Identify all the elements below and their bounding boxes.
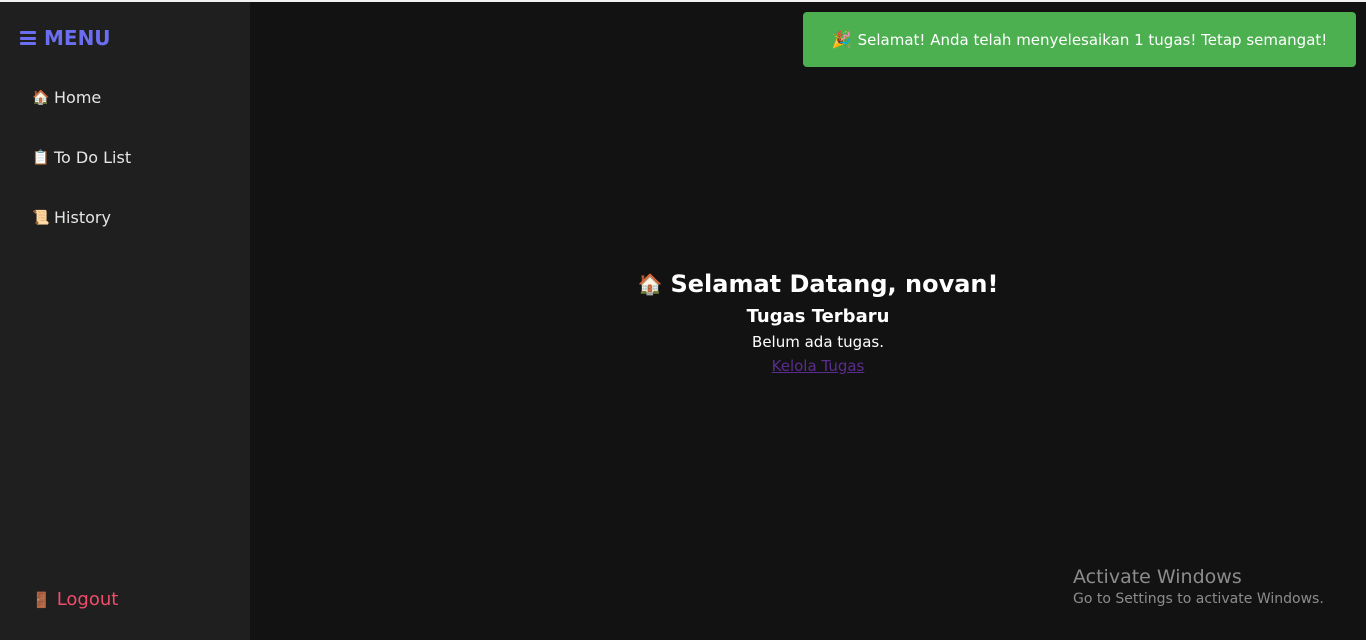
sidebar-item-label: Home xyxy=(54,88,102,107)
sidebar-item-label: To Do List xyxy=(54,148,132,167)
watermark-title: Activate Windows xyxy=(1073,566,1242,588)
activate-windows-watermark: Activate Windows Go to Settings to activ… xyxy=(1073,566,1324,609)
scroll-icon: 📜 xyxy=(32,209,50,226)
logout-label: Logout xyxy=(56,589,119,610)
house-icon: 🏠 xyxy=(637,272,663,296)
clipboard-icon: 📋 xyxy=(32,149,50,166)
watermark-subtitle: Go to Settings to activate Windows. xyxy=(1073,591,1324,607)
logout-button[interactable]: 🚪 Logout xyxy=(32,589,118,610)
hamburger-menu-icon[interactable] xyxy=(20,31,36,45)
sidebar-item-todo-list[interactable]: 📋 To Do List xyxy=(32,148,131,167)
empty-state-text: Belum ada tugas. xyxy=(752,333,884,351)
sidebar-item-home[interactable]: 🏠 Home xyxy=(32,88,101,107)
door-icon: 🚪 xyxy=(32,590,51,609)
party-popper-icon: 🎉 xyxy=(831,30,852,49)
section-heading: Tugas Terbaru xyxy=(746,306,890,327)
page-title: 🏠 Selamat Datang, novan! xyxy=(638,266,999,302)
manage-tasks-link[interactable]: Kelola Tugas xyxy=(772,357,865,375)
house-icon: 🏠 xyxy=(32,89,50,106)
welcome-text: Selamat Datang, novan! xyxy=(670,270,999,298)
sidebar: MENU 🏠 Home 📋 To Do List 📜 History 🚪 Log… xyxy=(0,2,250,640)
menu-title: MENU xyxy=(44,26,111,50)
page: MENU 🏠 Home 📋 To Do List 📜 History 🚪 Log… xyxy=(0,0,1366,640)
main-content: 🏠 Selamat Datang, novan! Tugas Terbaru B… xyxy=(250,266,1366,378)
sidebar-item-history[interactable]: 📜 History xyxy=(32,208,111,227)
menu-header[interactable]: MENU xyxy=(20,26,111,50)
toast-message: Selamat! Anda telah menyelesaikan 1 tuga… xyxy=(857,30,1328,49)
sidebar-item-label: History xyxy=(54,208,111,227)
success-toast[interactable]: 🎉 Selamat! Anda telah menyelesaikan 1 tu… xyxy=(803,12,1356,67)
